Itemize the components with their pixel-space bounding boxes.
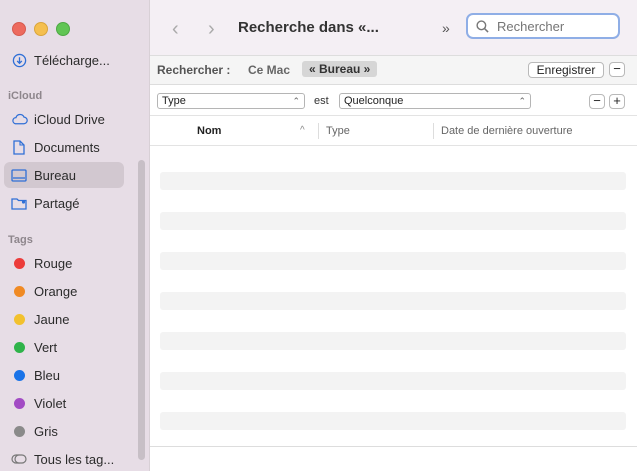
sidebar-item-label: Jaune [34, 311, 70, 327]
table-row [160, 252, 626, 270]
sidebar-tag-gris[interactable]: Gris [4, 418, 124, 444]
sidebar-scrollbar[interactable] [138, 160, 145, 460]
sidebar-item-partage[interactable]: Partagé [4, 190, 124, 216]
save-search-button[interactable]: Enregistrer [528, 62, 604, 78]
tag-color-dot [13, 313, 25, 325]
sidebar-item-label: Violet [34, 395, 67, 411]
sidebar-tag-orange[interactable]: Orange [4, 278, 124, 304]
scope-this-mac-button[interactable]: Ce Mac [248, 63, 290, 77]
sidebar-tag-rouge[interactable]: Rouge [4, 250, 124, 276]
sidebar: Télécharge... iCloud iCloud Drive Docume… [0, 0, 150, 471]
sort-ascending-icon: ^ [300, 125, 305, 136]
criteria-value-popup[interactable]: Quelconque ⌃ [339, 93, 531, 109]
column-separator[interactable] [318, 123, 319, 139]
sidebar-tag-violet[interactable]: Violet [4, 390, 124, 416]
window-controls [12, 22, 70, 36]
tag-color-dot [13, 285, 25, 297]
cloud-icon [10, 113, 28, 125]
criteria-attribute-value: Type [162, 95, 186, 107]
table-row [160, 212, 626, 230]
document-icon [10, 139, 28, 155]
search-criteria-row: Type ⌃ est Quelconque ⌃ − + [150, 85, 637, 116]
main-pane: ‹ › Recherche dans «... » Rechercher : C… [150, 0, 637, 471]
criteria-attribute-popup[interactable]: Type ⌃ [157, 93, 305, 109]
add-criteria-button[interactable]: + [609, 94, 625, 109]
criteria-operator: est [314, 95, 329, 107]
sidebar-item-label: Gris [34, 423, 58, 439]
sidebar-tag-bleu[interactable]: Bleu [4, 362, 124, 388]
status-bar-divider [150, 446, 637, 447]
table-row [160, 372, 626, 390]
sidebar-item-label: Orange [34, 283, 78, 299]
tag-color-dot [13, 397, 25, 409]
tag-color-dot [13, 425, 25, 437]
close-window-button[interactable] [12, 22, 26, 36]
table-row [160, 332, 626, 350]
desktop-icon [10, 168, 28, 182]
sidebar-item-label: Rouge [34, 255, 73, 271]
window-title: Recherche dans «... [238, 19, 379, 36]
search-icon [476, 19, 489, 33]
download-icon [10, 53, 28, 68]
column-header-last-opened[interactable]: Date de dernière ouverture [441, 125, 572, 137]
minimize-window-button[interactable] [34, 22, 48, 36]
search-input[interactable] [495, 17, 609, 35]
tag-color-dot [13, 369, 25, 381]
chevron-updown-icon: ⌃ [518, 96, 526, 106]
sidebar-item-label: Bureau [34, 167, 76, 183]
sidebar-item-label: iCloud Drive [34, 111, 105, 127]
tag-color-dot [13, 341, 25, 353]
tag-color-dot [13, 257, 25, 269]
search-scope-bar: Rechercher : Ce Mac « Bureau » Enregistr… [150, 56, 637, 85]
sidebar-item-bureau[interactable]: Bureau [4, 162, 124, 188]
sidebar-item-label: Télécharge... [34, 52, 110, 68]
table-row [160, 172, 626, 190]
sidebar-item-label: Partagé [34, 195, 80, 211]
sidebar-item-icloud-drive[interactable]: iCloud Drive [4, 106, 124, 132]
sidebar-item-label: Bleu [34, 367, 61, 383]
criteria-value-text: Quelconque [344, 95, 404, 107]
toolbar-overflow-button[interactable]: » [442, 20, 450, 36]
toolbar: ‹ › Recherche dans «... » [150, 0, 637, 56]
sidebar-item-label: Tous les tag... [34, 451, 115, 467]
sidebar-tag-vert[interactable]: Vert [4, 334, 124, 360]
forward-button[interactable]: › [208, 18, 215, 41]
table-row [160, 292, 626, 310]
sidebar-tag-jaune[interactable]: Jaune [4, 306, 124, 332]
remove-scope-button[interactable]: − [609, 62, 625, 77]
scope-label: Rechercher : [157, 63, 231, 77]
sidebar-item-documents[interactable]: Documents [4, 134, 124, 160]
sidebar-item-downloads[interactable]: Télécharge... [4, 47, 124, 73]
sidebar-item-label: Vert [34, 339, 58, 355]
column-header-row: Nom ^ Type Date de dernière ouverture [150, 117, 637, 146]
remove-criteria-button[interactable]: − [589, 94, 605, 109]
column-header-type[interactable]: Type [326, 125, 350, 137]
zoom-window-button[interactable] [56, 22, 70, 36]
sidebar-item-all-tags[interactable]: Tous les tag... [4, 446, 124, 472]
sidebar-section-tags: Tags [8, 234, 33, 246]
chevron-updown-icon: ⌃ [292, 96, 300, 106]
tags-icon [10, 454, 28, 464]
scope-current-folder-button[interactable]: « Bureau » [302, 61, 378, 77]
sidebar-item-label: Documents [34, 139, 100, 155]
column-separator[interactable] [433, 123, 434, 139]
back-button[interactable]: ‹ [172, 18, 179, 41]
table-row [160, 412, 626, 430]
search-field[interactable] [466, 13, 620, 39]
shared-folder-icon [10, 197, 28, 210]
column-header-name[interactable]: Nom [197, 125, 221, 137]
sidebar-section-icloud: iCloud [8, 90, 43, 102]
